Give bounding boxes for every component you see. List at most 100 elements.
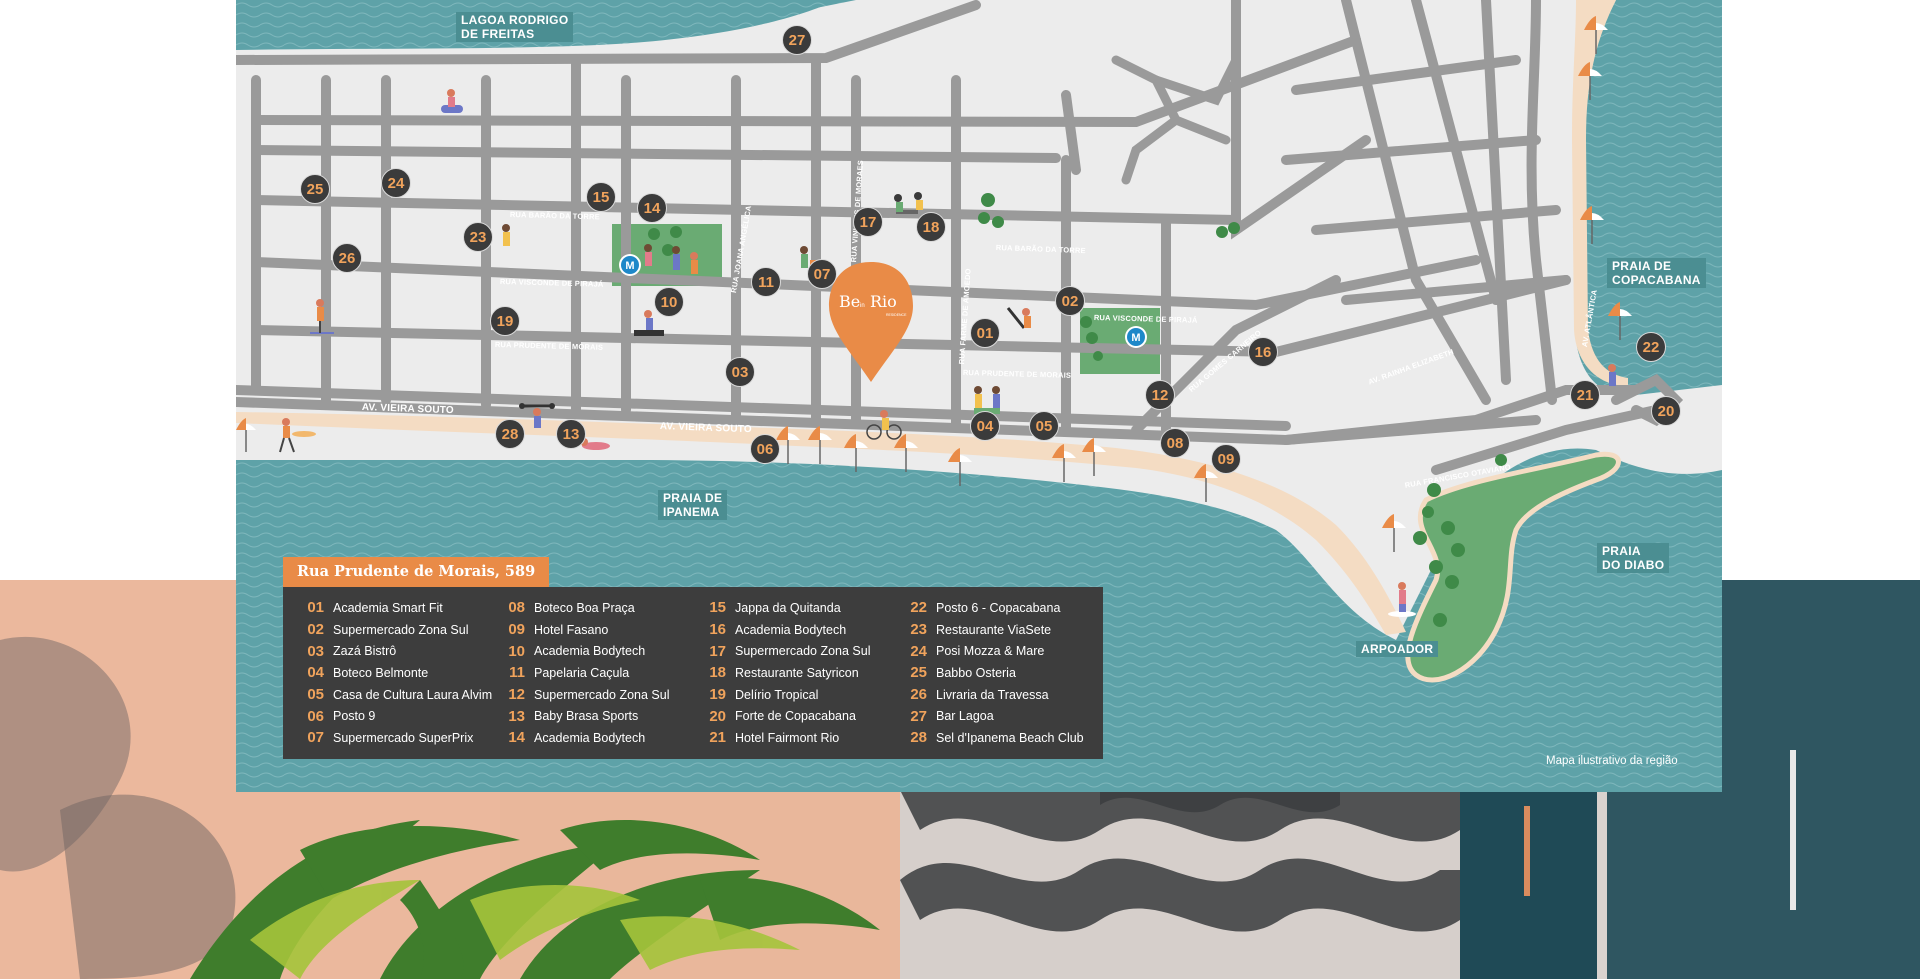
poi-marker-19[interactable]: 19 [490,306,520,336]
poi-marker-21[interactable]: 21 [1570,380,1600,410]
legend-item: 06 Posto 9 [303,705,492,727]
legend-item: 23 Restaurante ViaSete [906,619,1084,641]
legend-name: Bar Lagoa [936,709,994,724]
legend-name: Academia Bodytech [534,730,646,745]
poi-marker-04[interactable]: 04 [970,411,1000,441]
legend-number: 01 [307,599,324,617]
map-note: Mapa ilustrativo da região [1546,755,1678,767]
poi-marker-15[interactable]: 15 [586,182,616,212]
poi-marker-12[interactable]: 12 [1145,380,1175,410]
poi-marker-10[interactable]: 10 [654,287,684,317]
legend-name: Supermercado Zona Sul [735,644,871,659]
legend-item: 24 Posi Mozza & Mare [906,640,1084,662]
legend-name: Zazá Bistrô [333,644,397,659]
legend-name: Papelaria Caçula [534,665,630,680]
legend-name: Forte de Copacabana [735,709,856,724]
svg-text:Be: Be [839,292,860,311]
legend-item: 15 Jappa da Quitanda [705,597,871,619]
legend-item: 02 Supermercado Zona Sul [303,619,492,641]
legend-column-4: 22 Posto 6 - Copacabana 23 Restaurante Via… [906,597,1084,749]
legend-number: 05 [307,686,324,704]
legend-item: 26 Livraria da Travessa [906,684,1084,706]
legend-column-1: 01 Academia Smart Fit 02 Supermercado Zona… [303,597,492,749]
legend-number: 03 [307,642,324,660]
metro-station-icon-2: M [1125,326,1147,348]
praia-diabo-label: PRAIA DO DIABO [1597,543,1670,573]
poi-marker-08[interactable]: 08 [1160,428,1190,458]
legend-number: 12 [508,686,525,704]
legend-name: Supermercado Zona Sul [534,687,670,702]
poi-marker-07[interactable]: 07 [807,259,837,289]
legend-item: 22 Posto 6 - Copacabana [906,597,1084,619]
legend-number: 15 [709,599,726,617]
legend-number: 18 [709,664,726,682]
poi-marker-14[interactable]: 14 [637,193,667,223]
poi-marker-18[interactable]: 18 [916,212,946,242]
legend-title: Rua Prudente de Morais, 589 [283,557,550,587]
legend-item: 04 Boteco Belmonte [303,662,492,684]
poi-marker-13[interactable]: 13 [556,419,586,449]
svg-text:RESIDENCE: RESIDENCE [886,313,907,317]
arpoador-label: ARPOADOR [1356,641,1439,657]
legend-name: Baby Brasa Sports [534,709,639,724]
legend-name: Supermercado SuperPrix [333,730,474,745]
legend-name: Supermercado Zona Sul [333,622,469,637]
legend-item: 10 Academia Bodytech [504,640,670,662]
legend-item: 17 Supermercado Zona Sul [705,640,871,662]
legend-item: 25 Babbo Osteria [906,662,1084,684]
legend-item: 27 Bar Lagoa [906,705,1084,727]
legend-number: 13 [508,707,525,725]
legend-item: 14 Academia Bodytech [504,727,670,749]
poi-marker-03[interactable]: 03 [725,357,755,387]
praia-ipanema-label: PRAIA DE IPANEMA [658,490,728,520]
svg-text:Rio: Rio [870,292,897,311]
legend-number: 24 [910,642,927,660]
poi-marker-20[interactable]: 20 [1651,396,1681,426]
legend-column-2: 08 Boteco Boa Praça 09 Hotel Fasano 10 Acad… [504,597,670,749]
legend-item: 01 Academia Smart Fit [303,597,492,619]
poi-marker-06[interactable]: 06 [750,434,780,464]
legend-name: Restaurante Satyricon [735,665,859,680]
legend-number: 10 [508,642,525,660]
legend-name: Hotel Fairmont Rio [735,730,840,745]
legend-name: Jappa da Quitanda [735,600,841,615]
legend-item: 21 Hotel Fairmont Rio [705,727,871,749]
svg-text:in: in [860,303,865,309]
poi-marker-26[interactable]: 26 [332,243,362,273]
legend-number: 02 [307,621,324,639]
legend-name: Posto 9 [333,709,376,724]
poi-marker-17[interactable]: 17 [853,207,883,237]
legend-name: Restaurante ViaSete [936,622,1052,637]
poi-marker-11[interactable]: 11 [751,267,781,297]
legend-number: 28 [910,729,927,747]
legend-number: 16 [709,621,726,639]
legend-name: Boteco Boa Praça [534,600,635,615]
legend-name: Casa de Cultura Laura Alvim [333,687,493,702]
legend-name: Posi Mozza & Mare [936,644,1045,659]
poi-marker-24[interactable]: 24 [381,168,411,198]
poi-marker-01[interactable]: 01 [970,318,1000,348]
poi-marker-05[interactable]: 05 [1029,411,1059,441]
legend-number: 21 [709,729,726,747]
legend-item: 13 Baby Brasa Sports [504,705,670,727]
legend-number: 20 [709,707,726,725]
poi-marker-09[interactable]: 09 [1211,444,1241,474]
legend-name: Sel d'Ipanema Beach Club [936,730,1084,745]
legend-name: Delírio Tropical [735,687,819,702]
poi-marker-16[interactable]: 16 [1248,337,1278,367]
legend-number: 25 [910,664,927,682]
legend-item: 16 Academia Bodytech [705,619,871,641]
poi-marker-28[interactable]: 28 [495,419,525,449]
poi-marker-27[interactable]: 27 [782,25,812,55]
legend-name: Posto 6 - Copacabana [936,600,1061,615]
poi-marker-25[interactable]: 25 [300,174,330,204]
poi-marker-23[interactable]: 23 [463,222,493,252]
svg-text:M: M [625,260,634,272]
poi-marker-02[interactable]: 02 [1055,286,1085,316]
legend-item: 12 Supermercado Zona Sul [504,684,670,706]
legend-number: 06 [307,707,324,725]
legend-number: 04 [307,664,324,682]
metro-station-icon-1: M [619,254,641,276]
legend-number: 14 [508,729,525,747]
poi-marker-22[interactable]: 22 [1636,332,1666,362]
